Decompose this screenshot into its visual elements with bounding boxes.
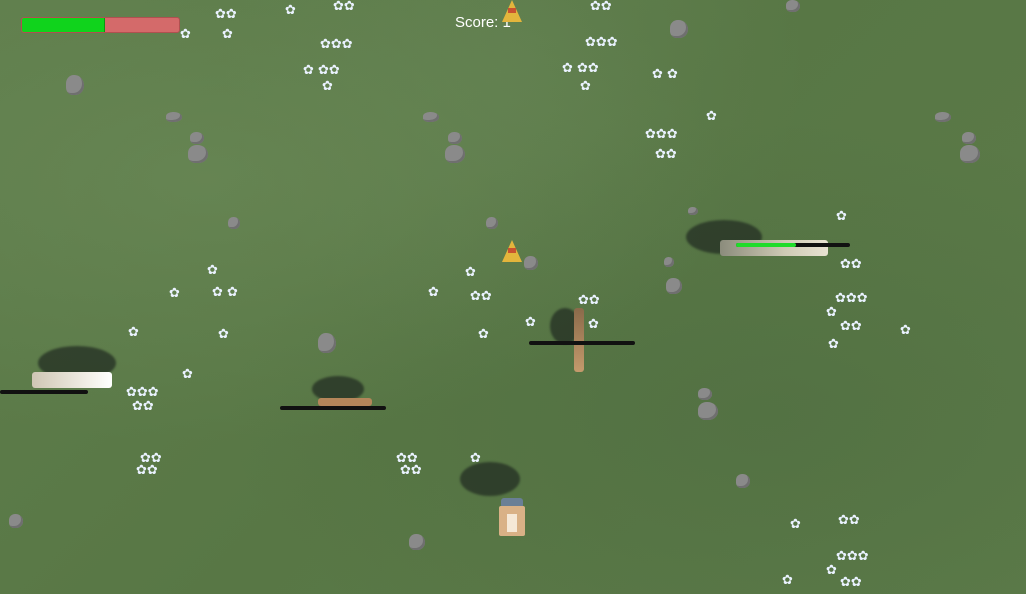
flower-icon: ✿ — [580, 79, 591, 94]
rock — [486, 217, 498, 229]
rock — [188, 145, 208, 163]
flower-icon: ✿ — [525, 315, 536, 330]
enemy-middle[interactable] — [318, 398, 372, 406]
rock — [409, 534, 425, 550]
flower-icon: ✿ — [828, 337, 839, 352]
rock — [786, 0, 800, 12]
player-torso — [507, 514, 517, 532]
player-character[interactable] — [499, 498, 525, 536]
flower-icon: ✿ — [465, 265, 476, 280]
flower-icon: ✿ — [826, 305, 837, 320]
flower-icon: ✿✿ — [136, 463, 158, 478]
flower-icon: ✿✿✿ — [126, 385, 159, 400]
flower-icon: ✿ — [222, 27, 233, 42]
flower-icon: ✿ — [128, 325, 139, 340]
flower-icon: ✿✿ — [215, 7, 237, 22]
flower-icon: ✿✿ — [838, 513, 860, 528]
flower-icon: ✿ — [478, 327, 489, 342]
rock — [318, 333, 336, 353]
flower-icon: ✿ — [322, 79, 333, 94]
flower-icon: ✿ — [826, 563, 837, 578]
rock — [736, 474, 750, 488]
rock — [664, 257, 674, 267]
rock — [445, 145, 465, 163]
flower-icon: ✿ — [169, 286, 180, 301]
flower-icon: ✿ ✿ — [212, 285, 238, 300]
flower-icon: ✿ ✿✿ — [562, 61, 599, 76]
flower-icon: ✿✿ — [590, 0, 612, 14]
rock — [524, 256, 538, 270]
rock — [166, 112, 182, 122]
rock — [66, 75, 84, 95]
flower-icon: ✿ — [285, 3, 296, 18]
rock — [698, 388, 712, 400]
flower-icon: ✿ ✿ — [652, 67, 678, 82]
rock — [228, 217, 240, 229]
flower-icon: ✿ — [182, 367, 193, 382]
enemy-middle-health-bar — [280, 406, 386, 410]
enemy-center-health-bar — [529, 341, 635, 345]
rock — [935, 112, 951, 122]
enemy-right-health-fill — [736, 243, 797, 247]
enemy-left[interactable] — [32, 372, 112, 388]
rock — [9, 514, 23, 528]
rock — [960, 145, 980, 163]
enemy-center[interactable] — [574, 308, 584, 372]
flower-icon: ✿ — [218, 327, 229, 342]
flower-icon: ✿✿✿ — [320, 37, 353, 52]
flower-icon: ✿ — [180, 27, 191, 42]
player-shadow — [460, 462, 520, 496]
rock — [666, 278, 682, 294]
flower-icon: ✿✿ — [840, 319, 862, 334]
flower-icon: ✿ — [207, 263, 218, 278]
flower-icon: ✿✿ — [400, 463, 422, 478]
flower-icon: ✿ — [836, 209, 847, 224]
traffic-cone-icon[interactable] — [502, 0, 522, 22]
player-health-fill — [22, 18, 105, 32]
flower-icon: ✿✿✿ — [836, 549, 869, 564]
enemy-left-health-bar — [0, 390, 88, 394]
flower-icon: ✿✿✿ — [835, 291, 868, 306]
flower-icon: ✿✿✿ — [585, 35, 618, 50]
flower-icon: ✿ — [782, 573, 793, 588]
flower-icon: ✿ — [790, 517, 801, 532]
flower-icon: ✿ — [706, 109, 717, 124]
flower-icon: ✿ — [900, 323, 911, 338]
rock — [688, 207, 698, 215]
flower-icon: ✿✿ — [840, 575, 862, 590]
player-health-bar — [21, 17, 180, 33]
rock — [670, 20, 688, 38]
game-scene[interactable]: Score: 1 ✿✿ ✿ ✿ ✿ ✿✿ ✿✿✿ ✿ ✿✿ ✿ ✿✿ ✿✿✿ ✿… — [0, 0, 1026, 594]
flower-icon: ✿ — [428, 285, 439, 300]
flower-icon: ✿✿ — [840, 257, 862, 272]
rock — [448, 132, 462, 144]
flower-icon: ✿✿ — [333, 0, 355, 14]
rock — [698, 402, 718, 420]
flower-icon: ✿ ✿✿ — [303, 63, 340, 78]
rock — [190, 132, 204, 144]
traffic-cone-icon[interactable] — [502, 240, 522, 262]
flower-icon: ✿✿✿ — [645, 127, 678, 142]
flower-icon: ✿✿ — [132, 399, 154, 414]
flower-icon: ✿✿ — [578, 293, 600, 308]
rock — [962, 132, 976, 144]
enemy-right-health-bar — [736, 243, 850, 247]
flower-icon: ✿ — [588, 317, 599, 332]
flower-icon: ✿✿ — [470, 289, 492, 304]
flower-icon: ✿✿ — [655, 147, 677, 162]
rock — [423, 112, 439, 122]
